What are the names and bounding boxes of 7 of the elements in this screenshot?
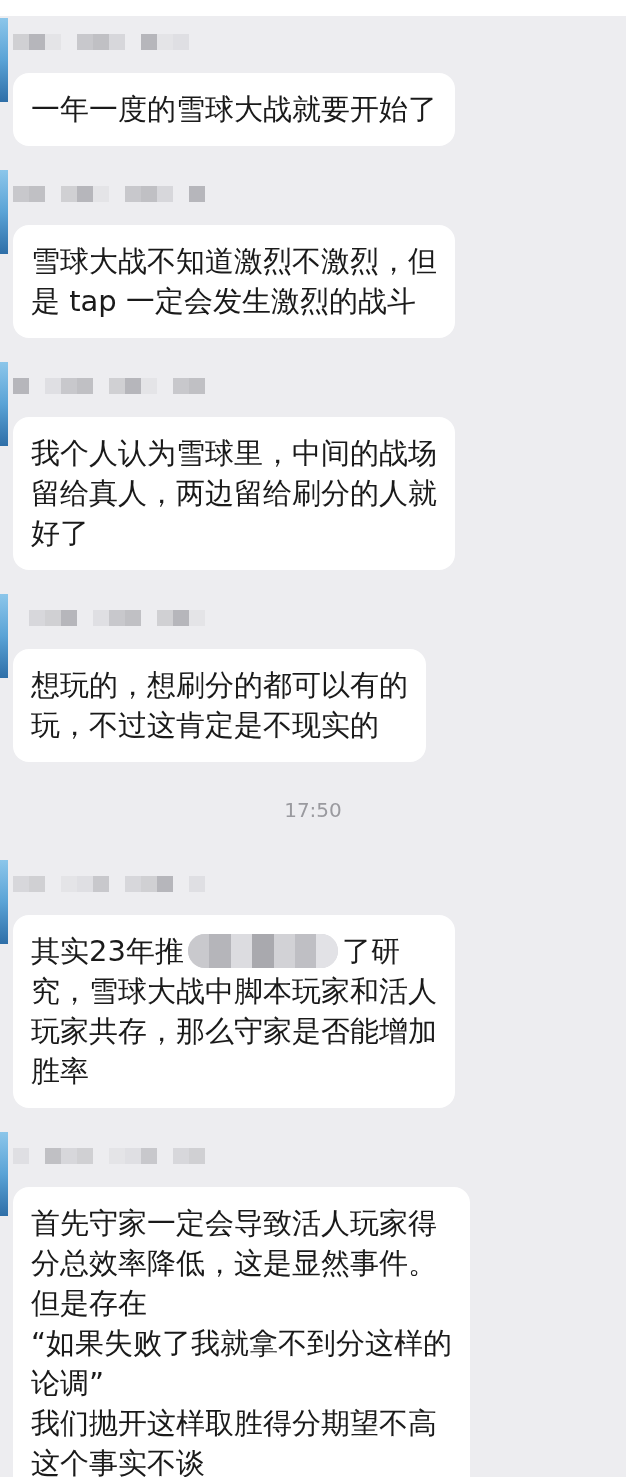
timestamp: 17:50: [284, 798, 342, 822]
message-bubble: 想玩的，想刷分的都可以有的 玩，不过这肯定是不现实的: [13, 649, 426, 762]
message-bubble: 其实23年推 了研 究，雪球大战中脚本玩家和活人 玩家共存，那么守家是否能增加 胜率: [13, 915, 455, 1108]
message-bubble: 一年一度的雪球大战就要开始了: [13, 73, 455, 146]
message-bubble: 首先守家一定会导致活人玩家得 分总效率降低，这是显然事件。 但是存在 “如果失败了我就拿不到分这样的 论调” 我们抛开这样取胜得分期望不高 这个事实不谈: [13, 1187, 471, 1477]
message-bubble: 雪球大战不知道激烈不激烈，但 是 tap 一定会发生激烈的战斗: [13, 225, 455, 338]
message-bubble: 我个人认为雪球里，中间的战场 留给真人，两边留给刷分的人就 好了: [13, 417, 455, 570]
